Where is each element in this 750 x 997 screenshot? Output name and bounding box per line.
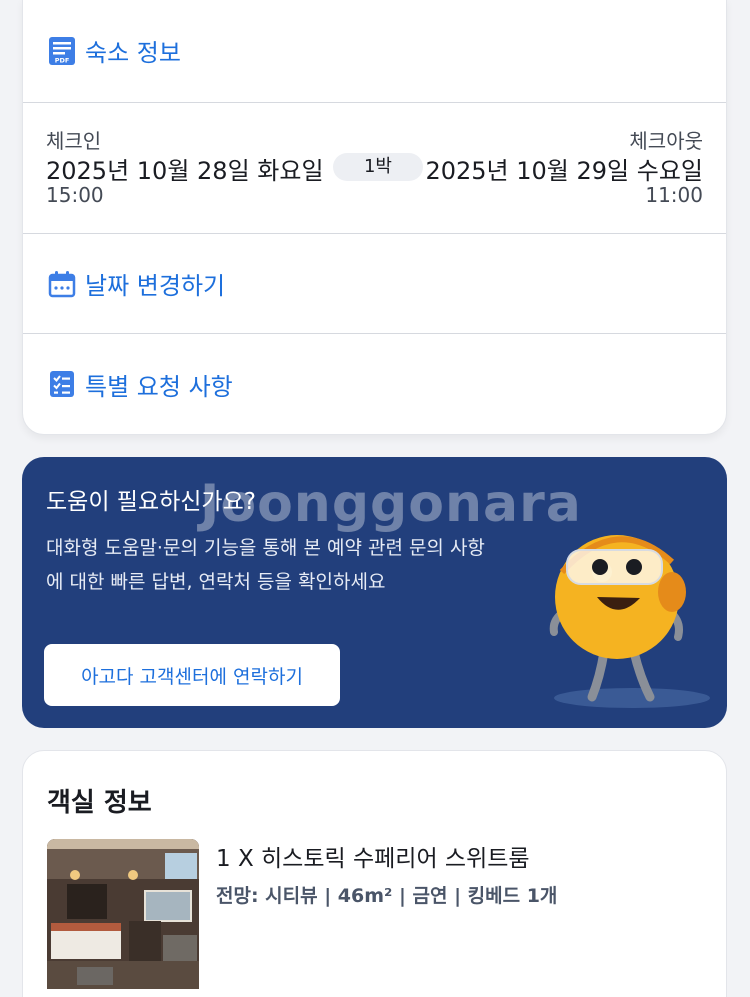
special-requests-label: 특별 요청 사항	[85, 372, 233, 401]
nights-badge: 1박	[333, 153, 423, 181]
change-dates-label: 날짜 변경하기	[85, 272, 226, 300]
room-section-title: 객실 정보	[47, 788, 152, 818]
calendar-icon	[47, 269, 77, 299]
property-info-link[interactable]: PDF 숙소 정보	[23, 0, 726, 103]
contact-support-button[interactable]: 아고다 고객센터에 연락하기	[44, 644, 340, 706]
svg-text:PDF: PDF	[55, 56, 70, 64]
room-info-card: 객실 정보 1 X 히스토릭 수페리어 스위트룸 전망: 시티뷰 | 46m² …	[22, 750, 727, 997]
checklist-icon	[47, 369, 77, 399]
room-details: 전망: 시티뷰 | 46m² | 금연 | 킹베드 1개	[216, 885, 558, 907]
stay-dates: 체크인 체크아웃 2025년 10월 28일 화요일 1박 2025년 10월 …	[23, 103, 726, 234]
change-dates-link[interactable]: 날짜 변경하기	[23, 234, 726, 334]
property-info-label: 숙소 정보	[85, 39, 181, 67]
booking-details-card: PDF 숙소 정보 체크인 체크아웃 2025년 10월 28일 화요일 1박 …	[22, 0, 727, 435]
checkin-date: 2025년 10월 28일 화요일	[46, 157, 324, 185]
watermark-text: Joonggonara	[200, 474, 582, 534]
room-photo	[47, 839, 199, 989]
checkin-time: 15:00	[46, 183, 104, 207]
room-name: 1 X 히스토릭 수페리어 스위트룸	[216, 846, 530, 872]
pdf-document-icon: PDF	[47, 36, 77, 66]
help-description: 대화형 도움말·문의 기능을 통해 본 예약 관련 문의 사항에 대한 빠른 답…	[46, 537, 485, 593]
checkout-date: 2025년 10월 29일 수요일	[425, 157, 703, 185]
checkout-label: 체크아웃	[629, 129, 703, 153]
support-mascot-illustration	[549, 535, 710, 708]
checkin-label: 체크인	[46, 129, 102, 153]
checkout-time: 11:00	[645, 183, 703, 207]
special-requests-link[interactable]: 특별 요청 사항	[23, 334, 726, 434]
